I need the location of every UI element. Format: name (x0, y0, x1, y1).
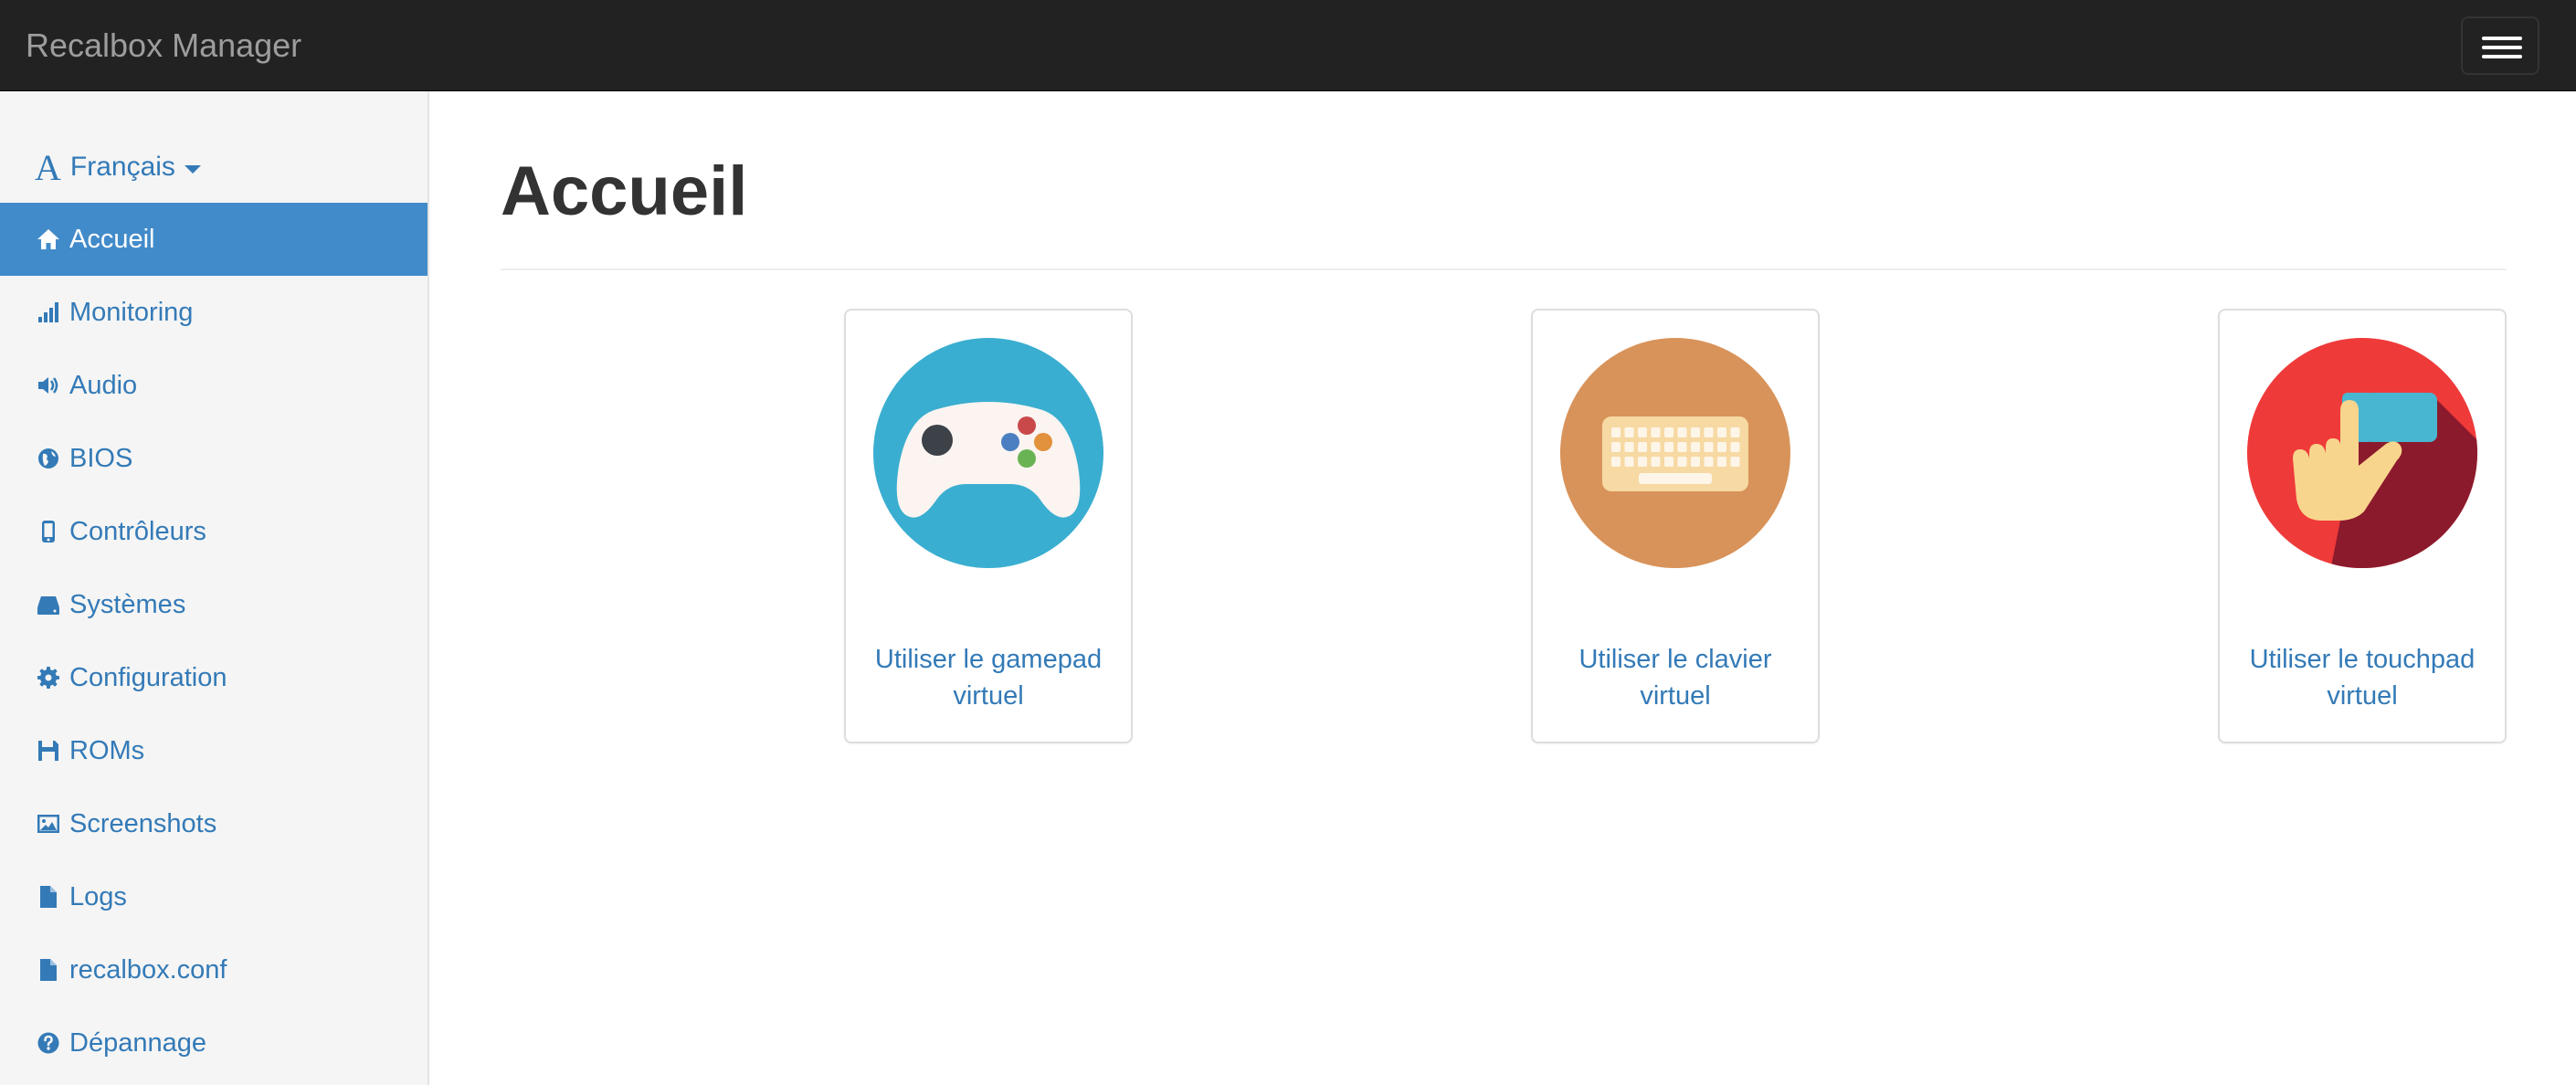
sidebar-item-logs[interactable]: Logs (0, 860, 428, 933)
sidebar-item-label: Configuration (69, 662, 227, 692)
font-letter-icon: A (35, 146, 61, 188)
caret-down-icon (184, 164, 201, 174)
sidebar-item-bios[interactable]: BIOS (0, 422, 428, 495)
globe-icon (35, 445, 62, 472)
gamepad-icon (873, 338, 1103, 568)
hamburger-icon (2482, 37, 2522, 40)
sidebar-item-recalbox-conf[interactable]: recalbox.conf (0, 933, 428, 1006)
sidebar-item-label: Dépannage (69, 1027, 206, 1058)
picture-icon (35, 810, 62, 837)
sidebar-item-label: ROMs (69, 735, 145, 765)
virtual-touchpad-link[interactable]: Utiliser le touchpad virtuel (2229, 641, 2496, 714)
sidebar-item-monitoring[interactable]: Monitoring (0, 276, 428, 349)
keyboard-icon (1560, 338, 1790, 568)
brand-link[interactable]: Recalbox Manager (26, 0, 301, 91)
file-icon (35, 956, 62, 984)
sidebar-item-roms[interactable]: ROMs (0, 714, 428, 787)
sidebar-item-label: Screenshots (69, 808, 217, 838)
phone-icon (35, 518, 62, 545)
virtual-keyboard-link[interactable]: Utiliser le clavier virtuel (1542, 641, 1809, 714)
file-icon (35, 883, 62, 911)
page-title: Accueil (501, 153, 748, 230)
signal-bars-icon (35, 299, 62, 326)
menu-toggle-button[interactable] (2461, 16, 2539, 75)
language-label: Français (69, 152, 175, 182)
sidebar-item-label: Monitoring (69, 297, 194, 327)
sidebar-item-controleurs[interactable]: Contrôleurs (0, 495, 428, 568)
virtual-keyboard-card[interactable]: Utiliser le clavier virtuel (1531, 309, 1820, 743)
sidebar-item-label: Contrôleurs (69, 516, 206, 546)
virtual-touchpad-card[interactable]: Utiliser le touchpad virtuel (2218, 309, 2507, 743)
floppy-disk-icon (35, 737, 62, 764)
sidebar-item-label: Systèmes (69, 589, 186, 619)
hard-drive-icon (35, 591, 62, 618)
sidebar-item-depannage[interactable]: Dépannage (0, 1006, 428, 1080)
sidebar-item-audio[interactable]: Audio (0, 349, 428, 422)
sidebar-item-configuration[interactable]: Configuration (0, 641, 428, 714)
top-navbar: Recalbox Manager (0, 0, 2576, 91)
sidebar-item-label: Logs (69, 881, 127, 911)
virtual-gamepad-link[interactable]: Utiliser le gamepad virtuel (855, 641, 1122, 714)
gear-icon (35, 664, 62, 691)
sidebar-item-label: Accueil (69, 224, 155, 254)
sidebar-item-label: BIOS (69, 443, 133, 473)
title-divider (501, 269, 2507, 270)
virtual-gamepad-card[interactable]: Utiliser le gamepad virtuel (844, 309, 1133, 743)
sidebar-item-label: Audio (69, 370, 138, 400)
question-circle-icon (35, 1029, 62, 1057)
touchpad-hand-icon (2247, 338, 2477, 568)
sidebar-item-label: recalbox.conf (69, 954, 227, 985)
sidebar-item-accueil[interactable]: Accueil (0, 203, 428, 276)
home-icon (35, 226, 62, 253)
language-dropdown[interactable]: A Français (35, 144, 201, 190)
sidebar-item-screenshots[interactable]: Screenshots (0, 787, 428, 860)
volume-icon (35, 372, 62, 399)
sidebar-item-systemes[interactable]: Systèmes (0, 568, 428, 641)
